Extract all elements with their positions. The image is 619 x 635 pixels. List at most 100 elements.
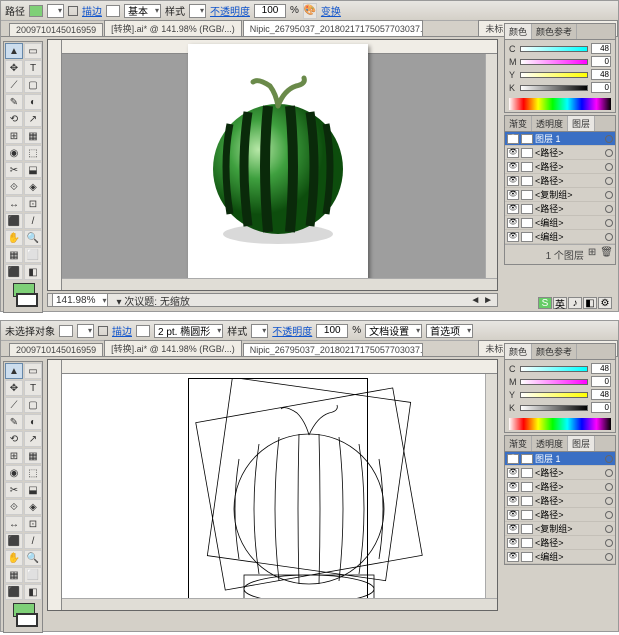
slider-k[interactable]: [520, 85, 588, 91]
panel-tab[interactable]: 颜色: [505, 344, 532, 359]
visibility-toggle[interactable]: 👁: [507, 134, 519, 144]
visibility-toggle[interactable]: 👁: [507, 468, 519, 478]
target-icon[interactable]: [605, 525, 613, 533]
stroke-swatch[interactable]: [106, 5, 120, 17]
tool-button[interactable]: ✥: [5, 380, 23, 396]
target-icon[interactable]: [605, 483, 613, 491]
opacity-input[interactable]: 100: [316, 324, 348, 338]
tool-button[interactable]: ◈: [24, 499, 42, 515]
tool-button[interactable]: 🔍: [24, 230, 42, 246]
tool-button[interactable]: ⬛: [5, 213, 23, 229]
slider-m[interactable]: [520, 59, 588, 65]
layer-row[interactable]: 👁图层 1: [505, 452, 615, 466]
tool-button[interactable]: 🔍: [24, 550, 42, 566]
ime-button[interactable]: ◧: [583, 297, 597, 309]
ime-icon[interactable]: S: [538, 297, 552, 309]
visibility-toggle[interactable]: 👁: [507, 218, 519, 228]
panel-tab[interactable]: 颜色: [505, 24, 532, 39]
recolor-button[interactable]: 🎨: [303, 3, 317, 19]
visibility-toggle[interactable]: 👁: [507, 496, 519, 506]
target-icon[interactable]: [605, 497, 613, 505]
tool-button[interactable]: ⊞: [5, 128, 23, 144]
yellow-value[interactable]: 48: [591, 69, 611, 80]
tool-button[interactable]: ⬓: [24, 482, 42, 498]
zoom-dropdown[interactable]: 141.98%: [52, 293, 108, 307]
tool-button[interactable]: ⟲: [5, 111, 23, 127]
tool-button[interactable]: ⬚: [24, 145, 42, 161]
tool-button[interactable]: ⬚: [24, 465, 42, 481]
tool-button[interactable]: ◈: [24, 179, 42, 195]
tool-button[interactable]: ▢: [24, 77, 42, 93]
visibility-toggle[interactable]: 👁: [507, 190, 519, 200]
layer-row[interactable]: 👁<路径>: [505, 508, 615, 522]
ime-lang-button[interactable]: 英: [553, 297, 567, 309]
tool-button[interactable]: ↗: [24, 431, 42, 447]
slider-k[interactable]: [520, 405, 588, 411]
tool-button[interactable]: /: [24, 533, 42, 549]
document-tab[interactable]: [转换].ai* @ 141.98% (RGB/...): [104, 20, 242, 36]
canvas[interactable]: [47, 359, 498, 611]
slider-c[interactable]: [520, 366, 588, 372]
tool-button[interactable]: ▭: [24, 363, 42, 379]
visibility-toggle[interactable]: 👁: [507, 552, 519, 562]
target-icon[interactable]: [605, 233, 613, 241]
document-tab[interactable]: Nipic_26795037_20180217175057703037.ai* …: [243, 20, 423, 36]
scrollbar-vertical[interactable]: [485, 54, 497, 278]
ruler-horizontal[interactable]: [48, 360, 497, 374]
document-tab[interactable]: [转换].ai* @ 141.98% (RGB/...): [104, 340, 242, 356]
black-value[interactable]: 0: [591, 82, 611, 93]
style-dropdown[interactable]: [189, 4, 206, 18]
visibility-toggle[interactable]: 👁: [507, 204, 519, 214]
target-icon[interactable]: [605, 149, 613, 157]
ruler-vertical[interactable]: [48, 360, 62, 610]
tool-button[interactable]: ▦: [5, 567, 23, 583]
tool-button[interactable]: ▦: [5, 247, 23, 263]
panel-tab[interactable]: 颜色参考: [532, 344, 577, 359]
tool-button[interactable]: ⬜: [24, 247, 42, 263]
new-layer-icon[interactable]: ⊞: [588, 247, 596, 262]
layer-row[interactable]: 👁<路径>: [505, 466, 615, 480]
tool-button[interactable]: ⬛: [5, 264, 23, 280]
stroke-color-swatch[interactable]: [16, 613, 38, 627]
color-spectrum[interactable]: [509, 418, 611, 430]
cyan-value[interactable]: 48: [591, 43, 611, 54]
layer-row[interactable]: 👁<路径>: [505, 146, 615, 160]
panel-tab[interactable]: 图层: [568, 436, 595, 451]
opacity-label[interactable]: 不透明度: [210, 3, 250, 18]
tool-button[interactable]: ◉: [5, 465, 23, 481]
tool-button[interactable]: ▦: [24, 448, 42, 464]
layer-row[interactable]: 👁<复制组>: [505, 522, 615, 536]
slider-c[interactable]: [520, 46, 588, 52]
tool-button[interactable]: ◉: [5, 145, 23, 161]
ime-button[interactable]: ⚙: [598, 297, 612, 309]
panel-tab[interactable]: 颜色参考: [532, 24, 577, 39]
tool-button[interactable]: ✥: [5, 60, 23, 76]
tool-button[interactable]: ▭: [24, 43, 42, 59]
stroke-color-swatch[interactable]: [16, 293, 38, 307]
tool-button[interactable]: ✎: [5, 414, 23, 430]
stroke-swatch[interactable]: [136, 325, 150, 337]
fill-swatch[interactable]: [59, 325, 73, 337]
slider-m[interactable]: [520, 379, 588, 385]
target-icon[interactable]: [605, 469, 613, 477]
fill-dropdown[interactable]: [77, 324, 94, 338]
style-dropdown[interactable]: [251, 324, 268, 338]
slider-y[interactable]: [520, 72, 588, 78]
tool-button[interactable]: ⊡: [24, 516, 42, 532]
tool-button[interactable]: ↗: [24, 111, 42, 127]
layer-row[interactable]: 👁<复制组>: [505, 188, 615, 202]
scrollbar-vertical[interactable]: [485, 374, 497, 598]
fill-dropdown[interactable]: [47, 4, 64, 18]
visibility-toggle[interactable]: 👁: [507, 482, 519, 492]
stroke-check[interactable]: [68, 6, 78, 16]
tool-button[interactable]: T: [24, 380, 42, 396]
tool-button[interactable]: /: [24, 213, 42, 229]
prefs-button[interactable]: 首选项: [426, 324, 473, 338]
tool-button[interactable]: ↔: [5, 196, 23, 212]
visibility-toggle[interactable]: 👁: [507, 148, 519, 158]
tool-button[interactable]: ✎: [5, 94, 23, 110]
panel-tab[interactable]: 渐变: [505, 436, 532, 451]
visibility-toggle[interactable]: 👁: [507, 524, 519, 534]
document-tab[interactable]: Nipic_26795037_20180217175057703037.ai* …: [243, 343, 423, 356]
tool-button[interactable]: ◧: [24, 264, 42, 280]
